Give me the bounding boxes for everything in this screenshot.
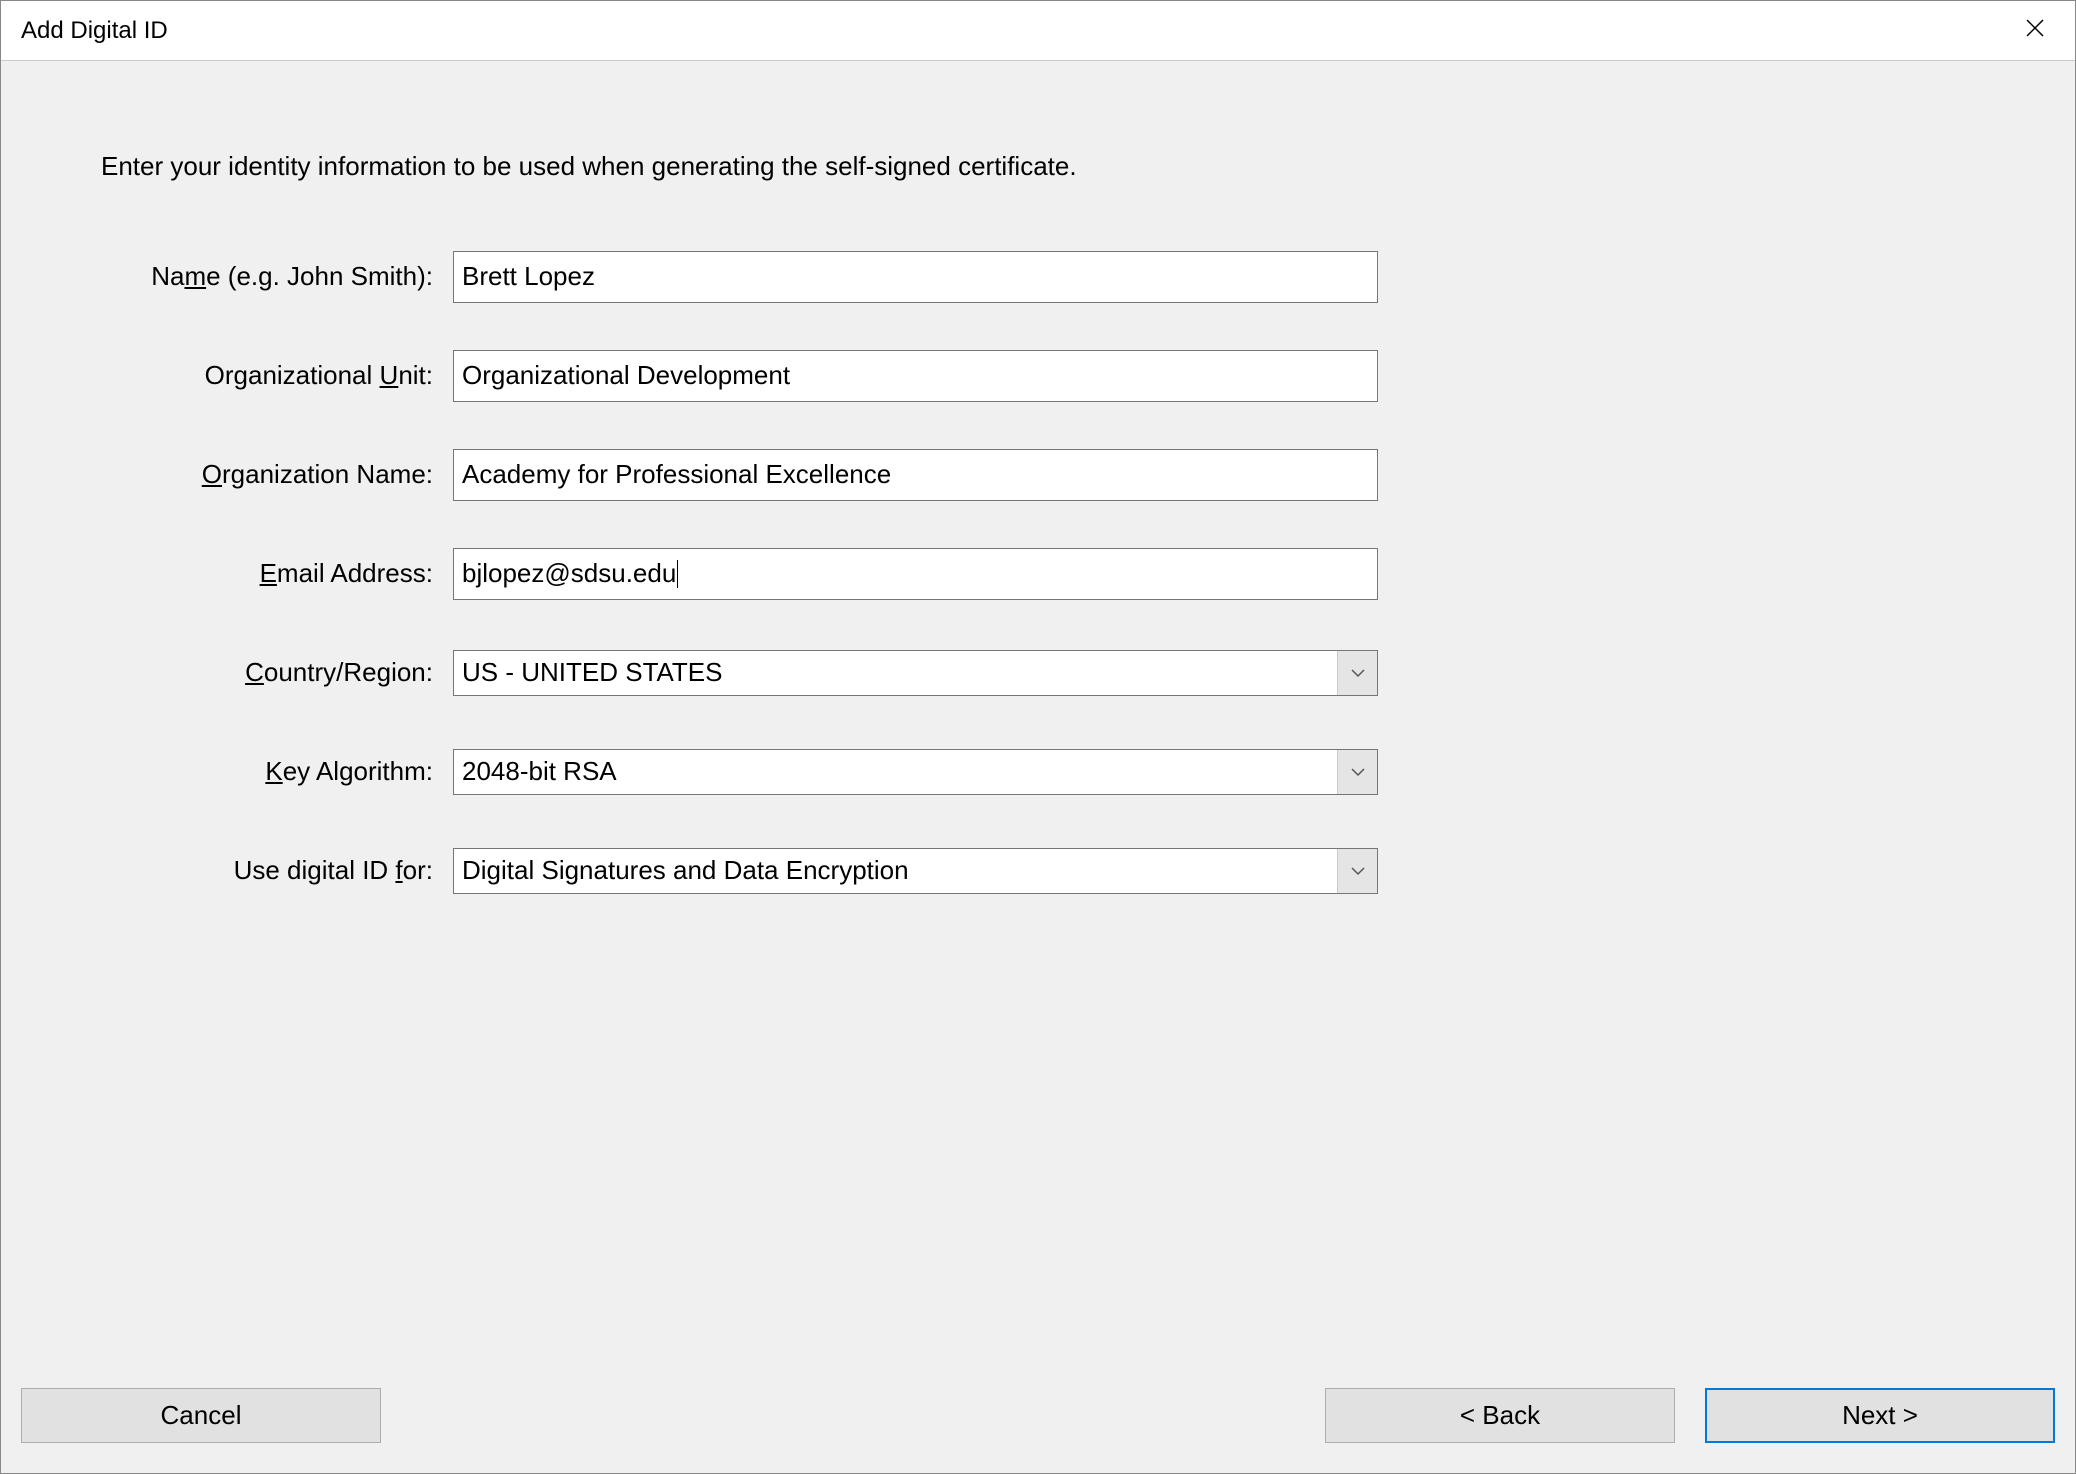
country-label: Country/Region: bbox=[101, 657, 453, 688]
add-digital-id-window: Add Digital ID Enter your identity infor… bbox=[0, 0, 2076, 1474]
window-title: Add Digital ID bbox=[21, 17, 168, 45]
name-input[interactable] bbox=[453, 251, 1378, 303]
key-algorithm-select[interactable]: 2048-bit RSA bbox=[453, 749, 1378, 795]
instruction-text: Enter your identity information to be us… bbox=[101, 151, 1975, 182]
org-name-label: Organization Name: bbox=[101, 459, 453, 490]
close-icon bbox=[2026, 19, 2044, 43]
email-input[interactable]: bjlopez@sdsu.edu bbox=[453, 548, 1378, 600]
name-row: Name (e.g. John Smith): bbox=[101, 227, 1975, 326]
next-button[interactable]: Next > bbox=[1705, 1388, 2055, 1443]
close-button[interactable] bbox=[2015, 11, 2055, 51]
titlebar: Add Digital ID bbox=[1, 1, 2075, 61]
content-area: Enter your identity information to be us… bbox=[1, 61, 2075, 1388]
chevron-down-icon bbox=[1337, 750, 1377, 794]
text-caret bbox=[677, 560, 678, 588]
key-algorithm-label: Key Algorithm: bbox=[101, 756, 453, 787]
cancel-button[interactable]: Cancel bbox=[21, 1388, 381, 1443]
email-row: Email Address: bjlopez@sdsu.edu bbox=[101, 524, 1975, 623]
email-label: Email Address: bbox=[101, 558, 453, 589]
country-select[interactable]: US - UNITED STATES bbox=[453, 650, 1378, 696]
org-unit-row: Organizational Unit: bbox=[101, 326, 1975, 425]
identity-form: Name (e.g. John Smith): Organizational U… bbox=[101, 227, 1975, 920]
key-algorithm-row: Key Algorithm: 2048-bit RSA bbox=[101, 722, 1975, 821]
org-name-row: Organization Name: bbox=[101, 425, 1975, 524]
button-bar: Cancel < Back Next > bbox=[1, 1388, 2075, 1473]
back-button[interactable]: < Back bbox=[1325, 1388, 1675, 1443]
use-for-select[interactable]: Digital Signatures and Data Encryption bbox=[453, 848, 1378, 894]
country-row: Country/Region: US - UNITED STATES bbox=[101, 623, 1975, 722]
org-name-input[interactable] bbox=[453, 449, 1378, 501]
chevron-down-icon bbox=[1337, 849, 1377, 893]
org-unit-label: Organizational Unit: bbox=[101, 360, 453, 391]
chevron-down-icon bbox=[1337, 651, 1377, 695]
org-unit-input[interactable] bbox=[453, 350, 1378, 402]
name-label: Name (e.g. John Smith): bbox=[101, 261, 453, 292]
use-for-row: Use digital ID for: Digital Signatures a… bbox=[101, 821, 1975, 920]
use-for-label: Use digital ID for: bbox=[101, 855, 453, 886]
